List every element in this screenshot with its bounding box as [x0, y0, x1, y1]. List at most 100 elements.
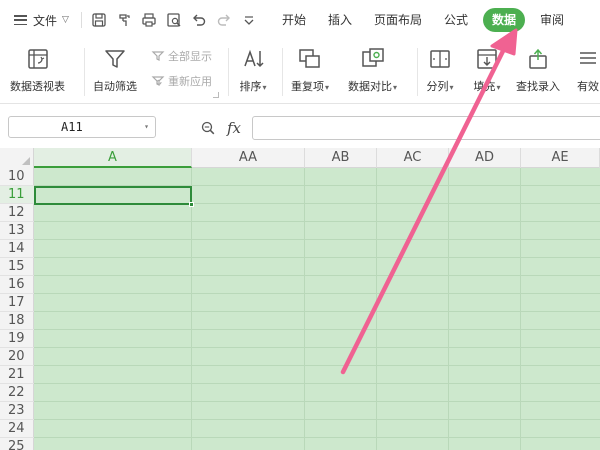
tab-review[interactable]: 审阅 [529, 8, 575, 32]
reapply-label: 重新应用 [168, 75, 212, 88]
lookup-entry-label: 查找录入 [516, 80, 560, 93]
column-header-AE[interactable]: AE [521, 148, 600, 168]
row-header-12[interactable]: 12 [0, 204, 34, 222]
compare-button[interactable]: 数据对比▾ [348, 40, 397, 94]
undo-icon[interactable] [190, 11, 208, 29]
duplicates-label: 重复项▾ [291, 80, 330, 93]
row-header-16[interactable]: 16 [0, 276, 34, 294]
validity-icon [573, 44, 600, 74]
print-preview-icon[interactable] [165, 11, 183, 29]
row-gridline [34, 419, 600, 420]
sort-icon [238, 44, 268, 74]
name-box[interactable]: A11 ▾ [8, 116, 156, 138]
row-header-21[interactable]: 21 [0, 366, 34, 384]
pivot-table-button[interactable]: 数据透视表 [10, 40, 65, 94]
fill-label: 填充▾ [473, 80, 501, 93]
insert-function-button[interactable]: fx [227, 119, 241, 137]
row-header-10[interactable]: 10 [0, 168, 34, 186]
row-gridline [34, 293, 600, 294]
show-all-icon [151, 51, 165, 61]
formula-bar: A11 ▾ fx [0, 104, 600, 148]
row-header-22[interactable]: 22 [0, 384, 34, 402]
auto-filter-label: 自动筛选 [93, 80, 137, 93]
row-gridline [34, 365, 600, 366]
row-gridline [34, 311, 600, 312]
row-header-11[interactable]: 11 [0, 186, 34, 204]
toolbar-divider [80, 12, 82, 28]
row-gridline [34, 257, 600, 258]
filter-icon [100, 44, 130, 74]
save-icon[interactable] [90, 11, 108, 29]
tab-data[interactable]: 数据 [483, 8, 526, 32]
row-gridline [34, 329, 600, 330]
formula-input[interactable] [252, 116, 600, 140]
column-header-AC[interactable]: AC [377, 148, 449, 168]
redo-icon[interactable] [215, 11, 233, 29]
row-gridline [34, 275, 600, 276]
lookup-entry-button[interactable]: 查找录入 [516, 40, 560, 94]
row-gridline [34, 401, 600, 402]
cell-area[interactable] [34, 168, 600, 450]
reapply-button[interactable]: 重新应用 [151, 73, 212, 89]
lookup-entry-icon [523, 44, 553, 74]
fill-handle[interactable] [189, 202, 194, 207]
customize-qat-icon[interactable] [240, 11, 258, 29]
show-all-label: 全部显示 [168, 50, 212, 63]
row-header-15[interactable]: 15 [0, 258, 34, 276]
fill-button[interactable]: 填充▾ [472, 40, 502, 94]
ribbon-divider [417, 48, 418, 96]
row-header-bar: 10 11 12 13 14 15 16 17 18 19 20 21 22 2… [0, 168, 34, 450]
row-header-18[interactable]: 18 [0, 312, 34, 330]
column-gridline [520, 168, 521, 450]
row-gridline [34, 239, 600, 240]
split-column-icon [425, 44, 455, 74]
validity-label: 有效 [577, 80, 599, 93]
duplicates-button[interactable]: 重复项▾ [291, 40, 329, 94]
ribbon-divider [84, 48, 85, 96]
tab-insert[interactable]: 插入 [317, 8, 363, 32]
row-gridline [34, 383, 600, 384]
print-icon[interactable] [140, 11, 158, 29]
sort-button[interactable]: 排序▾ [238, 40, 268, 94]
row-gridline [34, 347, 600, 348]
tab-page-layout[interactable]: 页面布局 [363, 8, 433, 32]
reapply-icon [151, 76, 165, 86]
row-header-14[interactable]: 14 [0, 240, 34, 258]
column-header-A[interactable]: A [34, 148, 192, 168]
split-column-label: 分列▾ [426, 80, 454, 93]
column-header-AB[interactable]: AB [305, 148, 377, 168]
column-header-AA[interactable]: AA [192, 148, 305, 168]
active-cell-A11[interactable] [34, 186, 194, 207]
dialog-launcher-icon[interactable] [213, 92, 219, 98]
row-header-19[interactable]: 19 [0, 330, 34, 348]
fill-down-icon [472, 44, 502, 74]
sort-label: 排序▾ [239, 80, 267, 93]
row-header-23[interactable]: 23 [0, 402, 34, 420]
compare-icon [358, 44, 388, 74]
split-column-button[interactable]: 分列▾ [425, 40, 455, 94]
format-painter-icon[interactable] [115, 11, 133, 29]
column-header-bar: A AA AB AC AD AE [0, 148, 600, 168]
menu-tab-bar: 文件 ▽ 开始 插入 页面布局 公式 数据 审阅 [0, 0, 600, 40]
auto-filter-button[interactable]: 自动筛选 [93, 40, 137, 94]
row-gridline [34, 437, 600, 438]
tab-home[interactable]: 开始 [271, 8, 317, 32]
row-header-17[interactable]: 17 [0, 294, 34, 312]
chevron-down-icon: ▽ [62, 15, 69, 25]
file-menu-button[interactable]: 文件 ▽ [14, 8, 69, 32]
row-header-20[interactable]: 20 [0, 348, 34, 366]
tab-formulas[interactable]: 公式 [433, 8, 479, 32]
show-all-button[interactable]: 全部显示 [151, 48, 212, 64]
validity-button[interactable]: 有效 [573, 40, 600, 94]
row-header-13[interactable]: 13 [0, 222, 34, 240]
select-all-corner[interactable] [0, 148, 34, 168]
column-gridline [304, 168, 305, 450]
column-header-AD[interactable]: AD [449, 148, 521, 168]
compare-label: 数据对比▾ [348, 80, 398, 93]
data-ribbon: 数据透视表 自动筛选 全部显示 重新应用 排序▾ 重复项▾ 数据对比▾ 分列▾ … [0, 40, 600, 104]
zoom-icon[interactable] [201, 121, 215, 135]
row-header-25[interactable]: 25 [0, 438, 34, 450]
pivot-table-label: 数据透视表 [10, 80, 65, 93]
row-header-24[interactable]: 24 [0, 420, 34, 438]
chevron-down-icon[interactable]: ▾ [144, 117, 149, 137]
